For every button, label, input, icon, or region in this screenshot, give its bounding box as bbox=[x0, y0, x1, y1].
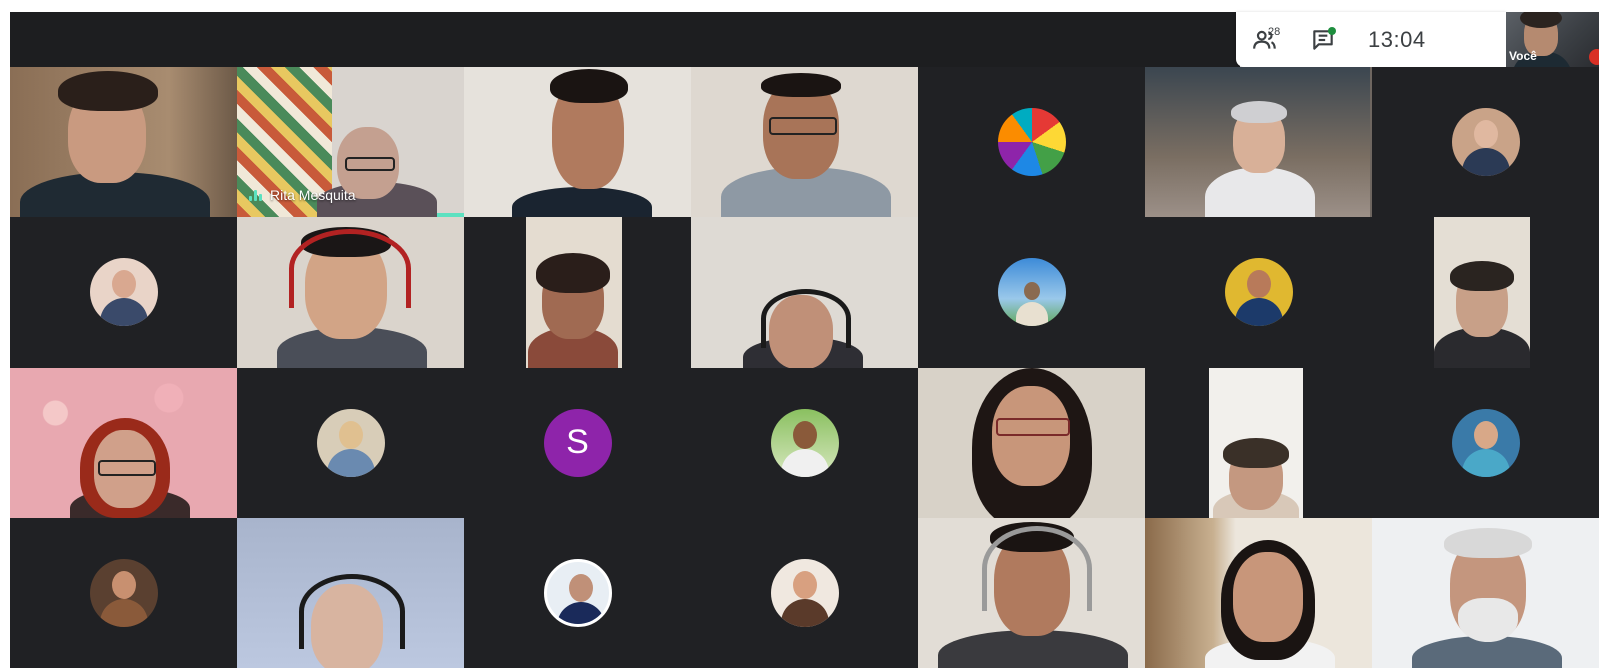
participant-tile[interactable] bbox=[464, 217, 691, 368]
participant-tile[interactable] bbox=[237, 367, 464, 518]
meeting-controls-panel: 28 13:04 bbox=[1236, 12, 1506, 67]
chat-notification-dot bbox=[1328, 27, 1336, 35]
participant-tile[interactable] bbox=[10, 217, 237, 368]
participant-avatar bbox=[770, 408, 839, 477]
participant-tile[interactable] bbox=[691, 517, 918, 668]
top-bar bbox=[10, 12, 1240, 67]
participant-count: 28 bbox=[1268, 26, 1281, 38]
speaking-indicator-icon bbox=[249, 189, 262, 202]
participants-button[interactable]: 28 bbox=[1236, 12, 1294, 67]
participant-avatar bbox=[1451, 108, 1520, 177]
participant-tile[interactable] bbox=[1372, 367, 1599, 518]
speaker-name: Rita Mesquita bbox=[270, 187, 356, 204]
meeting-clock: 13:04 bbox=[1368, 26, 1426, 52]
participant-tile[interactable] bbox=[464, 517, 691, 668]
participant-tile[interactable] bbox=[691, 217, 918, 368]
participant-grid: Rita Mesquita S bbox=[10, 67, 1599, 668]
letter-avatar: S bbox=[543, 408, 612, 477]
participant-avatar bbox=[1224, 258, 1293, 327]
participant-tile[interactable] bbox=[918, 67, 1145, 218]
participant-tile[interactable] bbox=[1145, 517, 1372, 668]
participant-tile[interactable] bbox=[237, 217, 464, 368]
participant-tile[interactable] bbox=[1145, 217, 1372, 368]
participant-tile[interactable] bbox=[10, 367, 237, 518]
participant-tile[interactable] bbox=[237, 517, 464, 668]
participant-tile[interactable] bbox=[918, 517, 1145, 668]
participant-tile[interactable] bbox=[464, 67, 691, 218]
self-label: Você bbox=[1509, 49, 1537, 63]
participant-avatar bbox=[89, 258, 158, 327]
participant-tile[interactable] bbox=[1372, 517, 1599, 668]
participant-avatar bbox=[997, 258, 1066, 327]
participant-tile[interactable] bbox=[10, 67, 237, 218]
participant-avatar bbox=[543, 558, 612, 627]
participant-avatar bbox=[770, 558, 839, 627]
self-view-tile[interactable]: Você bbox=[1506, 12, 1599, 67]
participant-tile[interactable] bbox=[10, 517, 237, 668]
participant-tile[interactable]: S bbox=[464, 367, 691, 518]
participant-avatar bbox=[1451, 408, 1520, 477]
participant-tile[interactable] bbox=[1372, 217, 1599, 368]
participant-avatar bbox=[997, 108, 1066, 177]
participant-tile-active-speaker[interactable]: Rita Mesquita bbox=[237, 67, 464, 218]
participant-tile[interactable] bbox=[918, 217, 1145, 368]
participant-avatar bbox=[89, 558, 158, 627]
mic-off-icon bbox=[1589, 49, 1599, 65]
participant-tile[interactable] bbox=[691, 367, 918, 518]
speaker-name-tag: Rita Mesquita bbox=[249, 187, 356, 203]
participant-tile[interactable] bbox=[1145, 367, 1372, 518]
participant-tile[interactable] bbox=[1145, 67, 1372, 218]
participant-avatar bbox=[316, 408, 385, 477]
chat-button[interactable] bbox=[1294, 12, 1352, 67]
participant-tile[interactable] bbox=[691, 67, 918, 218]
participant-tile[interactable] bbox=[1372, 67, 1599, 218]
participant-tile[interactable] bbox=[918, 367, 1145, 518]
